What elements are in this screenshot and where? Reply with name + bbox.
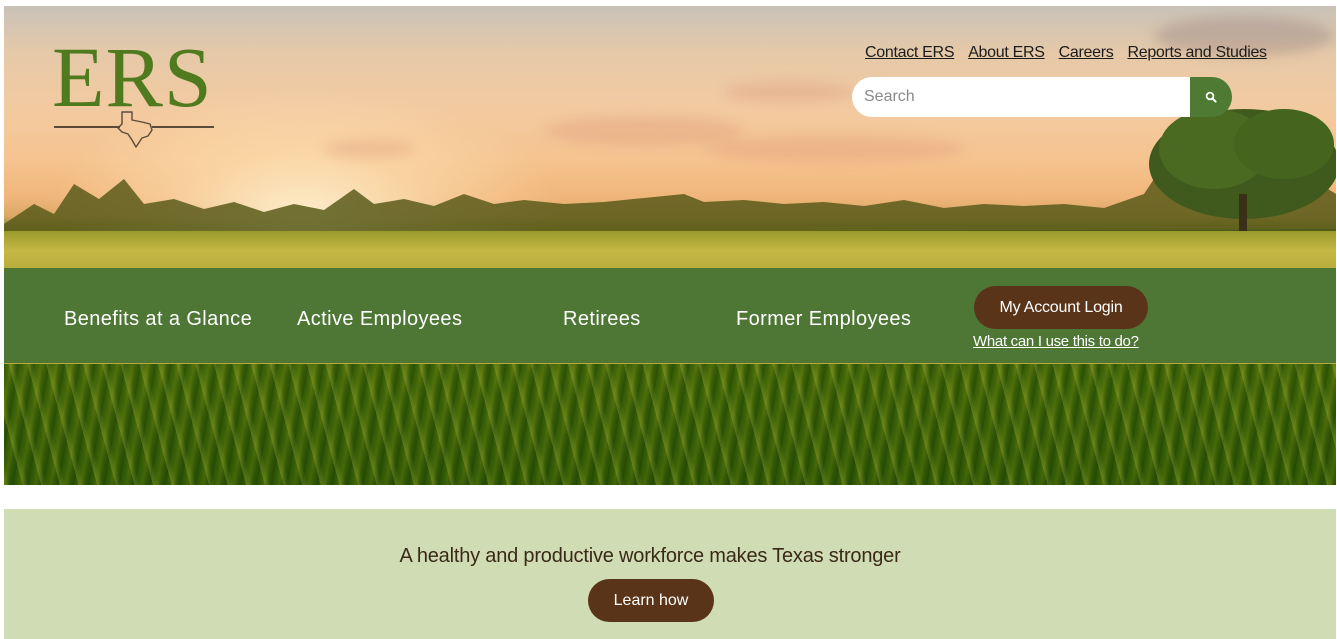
logo-divider [152,126,214,128]
field-horizon [4,231,1336,271]
search-bar [852,77,1232,117]
banner-tagline: A healthy and productive workforce makes… [399,545,901,567]
cloud [324,140,414,158]
cloud [724,82,854,102]
nav-active-employees[interactable]: Active Employees [297,308,462,331]
cloud [544,116,744,146]
texas-outline-icon [117,111,153,148]
cloud [704,136,964,162]
grass-texture [4,364,1336,485]
contact-ers-link[interactable]: Contact ERS [865,44,954,62]
large-tree [1149,109,1336,244]
search-input[interactable] [852,77,1190,117]
my-account-login-button[interactable]: My Account Login [974,286,1148,329]
nav-retirees[interactable]: Retirees [563,308,641,331]
reports-and-studies-link[interactable]: Reports and Studies [1127,44,1267,62]
logo-divider [54,126,120,128]
logo-text: ERS [52,29,213,125]
login-help-link[interactable]: What can I use this to do? [973,333,1139,350]
promo-banner: A healthy and productive workforce makes… [4,509,1336,639]
learn-how-button[interactable]: Learn how [588,579,714,622]
utility-links: Contact ERS About ERS Careers Reports an… [865,44,1267,62]
main-nav: Benefits at a Glance Active Employees Re… [4,268,1336,363]
search-button[interactable] [1190,77,1232,117]
search-icon [1205,91,1217,103]
careers-link[interactable]: Careers [1059,44,1114,62]
nav-benefits-at-a-glance[interactable]: Benefits at a Glance [64,308,252,331]
about-ers-link[interactable]: About ERS [968,44,1045,62]
ers-logo[interactable]: ERS [52,34,216,152]
nav-former-employees[interactable]: Former Employees [736,308,911,331]
